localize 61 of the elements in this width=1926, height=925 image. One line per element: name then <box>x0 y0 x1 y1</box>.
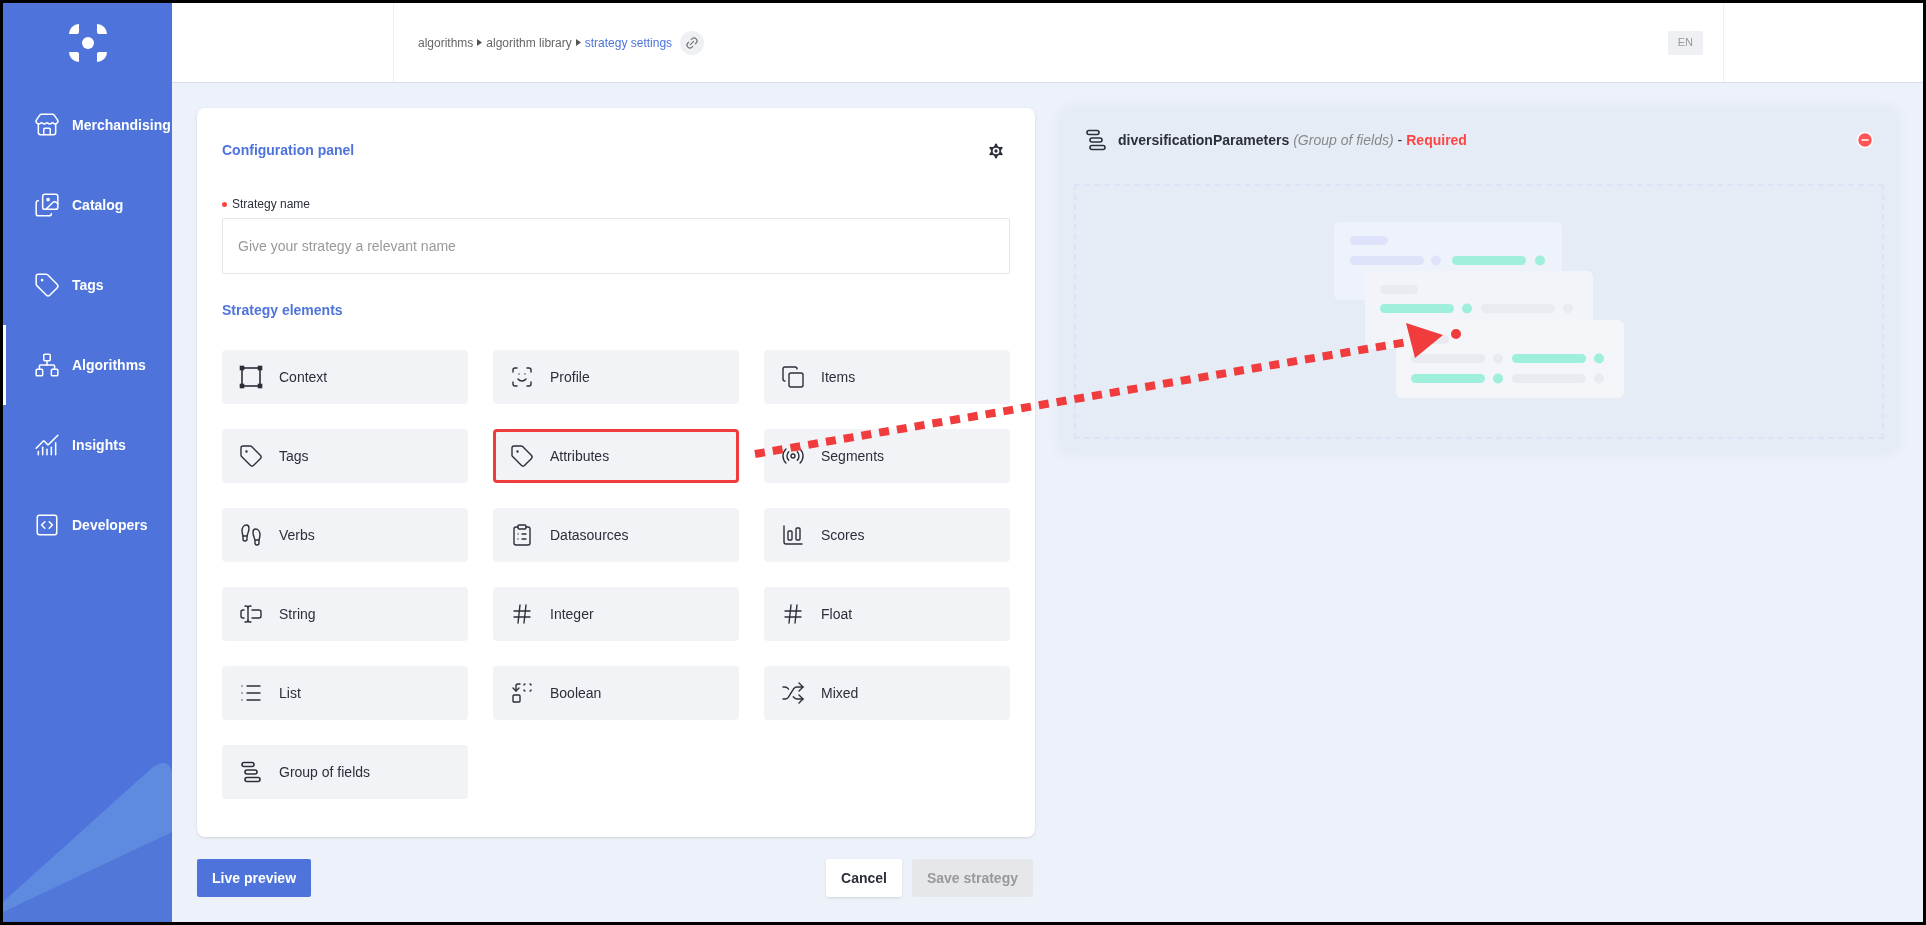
element-tile[interactable]: Datasources <box>493 508 739 562</box>
settings-icon[interactable] <box>986 140 1006 161</box>
cancel-button[interactable]: Cancel <box>826 859 902 897</box>
code-icon <box>34 512 60 538</box>
swap-icon <box>510 681 534 705</box>
chevron-icon <box>477 39 483 46</box>
group-icon <box>239 760 263 784</box>
face-scan-icon <box>510 365 534 389</box>
element-tile[interactable]: Segments <box>764 429 1010 483</box>
group-icon <box>1084 128 1108 152</box>
breadcrumb-link[interactable]: algorithm library <box>486 33 572 52</box>
strategy-name-input[interactable]: Give your strategy a relevant name <box>222 218 1010 274</box>
breadcrumb-link[interactable]: strategy settings <box>584 33 673 52</box>
footprints-icon <box>239 523 263 547</box>
breadcrumb-link[interactable]: algorithms <box>418 33 474 52</box>
live-preview-button[interactable]: Live preview <box>197 859 312 897</box>
element-tile[interactable]: Context <box>222 350 468 404</box>
hash-icon <box>781 602 805 626</box>
element-tile[interactable]: Boolean <box>493 666 739 720</box>
link-button[interactable] <box>680 30 705 55</box>
shuffle-icon <box>781 681 805 705</box>
tag-icon <box>510 444 534 468</box>
chart-icon <box>34 432 60 458</box>
element-tile[interactable]: Scores <box>764 508 1010 562</box>
remove-icon[interactable] <box>1856 131 1874 149</box>
text-cursor-icon <box>239 602 263 626</box>
sidebar-item[interactable]: Developers <box>3 485 172 565</box>
separator-text: - <box>1397 130 1403 150</box>
logo-icon <box>66 22 109 64</box>
element-tile[interactable]: Items <box>764 350 1010 404</box>
chevron-icon <box>575 39 581 46</box>
element-tile[interactable]: Integer <box>493 587 739 641</box>
element-tile[interactable]: Tags <box>222 429 468 483</box>
sidebar-item[interactable]: Merchandising <box>3 85 172 165</box>
element-tile[interactable]: List <box>222 666 468 720</box>
clipboard-icon <box>510 523 534 547</box>
podium-icon <box>781 523 805 547</box>
frame-icon <box>239 365 263 389</box>
sidebar-item[interactable]: Tags <box>3 245 172 325</box>
element-tile[interactable]: String <box>222 587 468 641</box>
section-title: Strategy elements <box>222 301 344 320</box>
field-name: diversificationParameters <box>1118 130 1290 150</box>
element-tile[interactable]: Profile <box>493 350 739 404</box>
tag-icon <box>34 272 60 298</box>
field-type: (Group of fields) <box>1293 130 1394 150</box>
sidebar-item[interactable]: Insights <box>3 405 172 485</box>
element-tile[interactable]: Verbs <box>222 508 468 562</box>
sidebar-item[interactable]: Catalog <box>3 165 172 245</box>
hash-icon <box>510 602 534 626</box>
element-tile[interactable]: Float <box>764 587 1010 641</box>
tag-icon <box>239 444 263 468</box>
field-label: Strategy name <box>232 196 311 213</box>
hierarchy-icon <box>34 352 60 378</box>
storefront-icon <box>34 112 60 138</box>
panel-title: Configuration panel <box>222 141 355 160</box>
element-tile[interactable]: Group of fields <box>222 745 468 799</box>
required-label: Required <box>1406 130 1467 150</box>
element-tile[interactable]: Attributes <box>493 429 739 483</box>
stacked-cards-icon <box>781 365 805 389</box>
element-tile[interactable]: Mixed <box>764 666 1010 720</box>
pictures-icon <box>34 192 60 218</box>
